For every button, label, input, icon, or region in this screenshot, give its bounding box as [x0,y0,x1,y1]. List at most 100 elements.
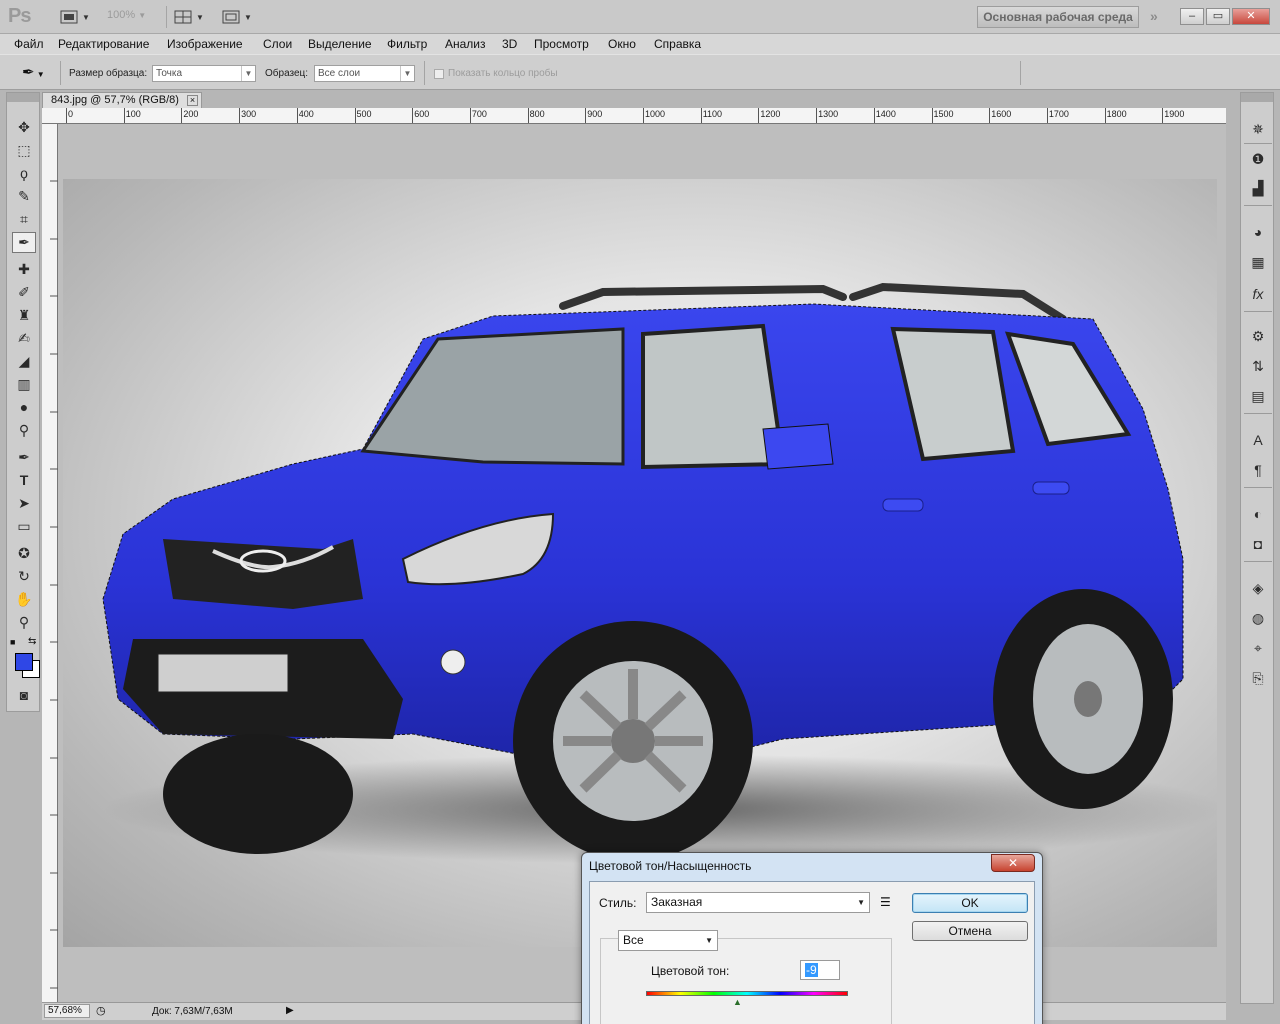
dodge-tool-icon[interactable]: ⚲ [12,420,36,441]
channel-select[interactable]: Все ▼ [618,930,718,951]
close-button[interactable]: ✕ [1232,8,1270,25]
hue-slider-thumb[interactable]: ▲ [733,997,742,1007]
ruler-label: 1900 [1164,109,1185,119]
license-plate [157,653,289,693]
divider [1244,311,1272,312]
sample-size-select[interactable]: Точка ▼ [152,65,256,82]
paths-icon[interactable]: ⌖ [1246,637,1270,659]
blur-tool-icon[interactable]: ● [12,397,36,418]
swap-colors-icon[interactable]: ⇆ [28,636,36,647]
styles-icon[interactable]: fx [1246,283,1270,305]
ruler-tick [1104,108,1106,123]
menu-select[interactable]: Выделение [308,37,372,51]
status-zoom-field[interactable]: 57,68% [44,1004,90,1018]
masks-icon[interactable]: ⇅ [1246,355,1270,377]
3d-orbit-tool-icon[interactable]: ↻ [12,566,36,587]
eyedropper-preset-icon[interactable]: ✒ ▼ [22,63,45,81]
menu-window[interactable]: Окно [608,37,636,51]
info-icon[interactable]: ❶ [1246,148,1270,170]
hue-slider-track[interactable] [646,991,848,996]
eyedropper-tool-icon[interactable]: ✒ [12,232,36,253]
zoom-level[interactable]: 100% ▼ [107,9,146,21]
preset-options-icon[interactable]: ☰ [880,895,891,909]
history-icon[interactable]: ⎘ [1246,667,1270,689]
color-icon[interactable]: ◕ [1246,221,1270,243]
channels-icon[interactable]: ◍ [1246,607,1270,629]
panel-dock-grip[interactable] [1241,93,1273,102]
arrange-documents-button[interactable]: ▼ [174,7,204,27]
divider [424,61,425,85]
menu-filter[interactable]: Фильтр [387,37,427,51]
brush-tool-icon[interactable]: ✐ [12,282,36,303]
ruler-label: 700 [471,109,487,119]
cancel-button[interactable]: Отмена [912,921,1028,941]
chevron-down-icon: ▼ [705,936,713,945]
brush-presets-icon[interactable]: ▤ [1246,385,1270,407]
chevron-down-icon: ▼ [241,66,255,81]
hand-tool-icon[interactable]: ✋ [12,589,36,610]
more-workspaces-icon[interactable]: » [1150,8,1158,24]
clone-source-icon[interactable]: ◐ [1246,503,1270,525]
paragraph-icon[interactable]: ¶ [1246,459,1270,481]
default-colors-icon[interactable]: ■ [10,637,15,647]
quick-mask-icon[interactable]: ◙ [12,685,36,706]
minimize-button[interactable]: – [1180,8,1204,25]
stamp-tool-icon[interactable]: ♜ [12,305,36,326]
ruler-tick [585,108,587,123]
document-tab[interactable]: 843.jpg @ 57,7% (RGB/8) × [42,92,202,108]
zoom-tool-icon[interactable]: ⚲ [12,612,36,633]
healing-tool-icon[interactable]: ✚ [12,259,36,280]
toolbox-grip[interactable] [7,93,39,102]
histogram-icon[interactable]: ▟ [1246,177,1270,199]
menu-layers[interactable]: Слои [263,37,292,51]
menu-file[interactable]: Файл [14,37,44,51]
ruler-tick [354,108,356,123]
mask-panel-icon[interactable]: ◘ [1246,533,1270,555]
navigator-icon[interactable]: ✵ [1246,118,1270,140]
divider [1244,413,1272,414]
restore-button[interactable]: ▭ [1206,8,1230,25]
divider [1020,61,1021,85]
crop-tool-icon[interactable]: ⌗ [12,209,36,230]
workspace-switcher[interactable]: Основная рабочая среда [977,6,1139,28]
launch-bridge-button[interactable]: ▼ [60,7,90,27]
eraser-tool-icon[interactable]: ◢ [12,351,36,372]
ok-button[interactable]: OK [912,893,1028,913]
preset-select[interactable]: Заказная ▼ [646,892,870,913]
shape-tool-icon[interactable]: ▭ [12,516,36,537]
close-document-icon[interactable]: × [187,95,198,106]
dialog-close-button[interactable]: ✕ [991,854,1035,872]
screen-mode-button[interactable]: ▼ [222,7,252,27]
menu-edit[interactable]: Редактирование [58,37,149,51]
car-photo[interactable] [63,179,1217,947]
ruler-tick [123,108,125,123]
pen-tool-icon[interactable]: ✒ [12,447,36,468]
gradient-tool-icon[interactable]: ▥ [12,374,36,395]
3d-rotate-tool-icon[interactable]: ✪ [12,543,36,564]
foreground-color-swatch[interactable] [15,653,33,671]
panel-dock: ✵ ❶ ▟ ◕ ▦ fx ⚙ ⇅ ▤ A ¶ ◐ ◘ ◈ ◍ ⌖ ⎘ [1240,92,1274,1004]
sample-layers-select[interactable]: Все слои ▼ [314,65,415,82]
hue-input[interactable]: -9 [800,960,840,980]
menu-view[interactable]: Просмотр [534,37,589,51]
menu-help[interactable]: Справка [654,37,701,51]
swatches-icon[interactable]: ▦ [1246,251,1270,273]
divider [1244,561,1272,562]
path-select-tool-icon[interactable]: ➤ [12,493,36,514]
ruler-label: 1500 [933,109,954,119]
menu-3d[interactable]: 3D [502,37,517,51]
show-sampling-ring-checkbox[interactable] [434,69,444,79]
move-tool-icon[interactable]: ✥ [12,117,36,138]
layers-icon[interactable]: ◈ [1246,577,1270,599]
status-info-icon[interactable]: ◷ [96,1004,106,1017]
status-menu-icon[interactable]: ▶ [286,1005,294,1016]
character-icon[interactable]: A [1246,429,1270,451]
menu-analysis[interactable]: Анализ [445,37,486,51]
lasso-tool-icon[interactable]: ϙ [12,163,36,184]
quick-select-tool-icon[interactable]: ✎ [12,186,36,207]
history-brush-tool-icon[interactable]: ✍ [12,328,36,349]
marquee-tool-icon[interactable]: ⬚ [12,140,36,161]
type-tool-icon[interactable]: T [12,470,36,491]
adjustments-icon[interactable]: ⚙ [1246,325,1270,347]
menu-image[interactable]: Изображение [167,37,243,51]
